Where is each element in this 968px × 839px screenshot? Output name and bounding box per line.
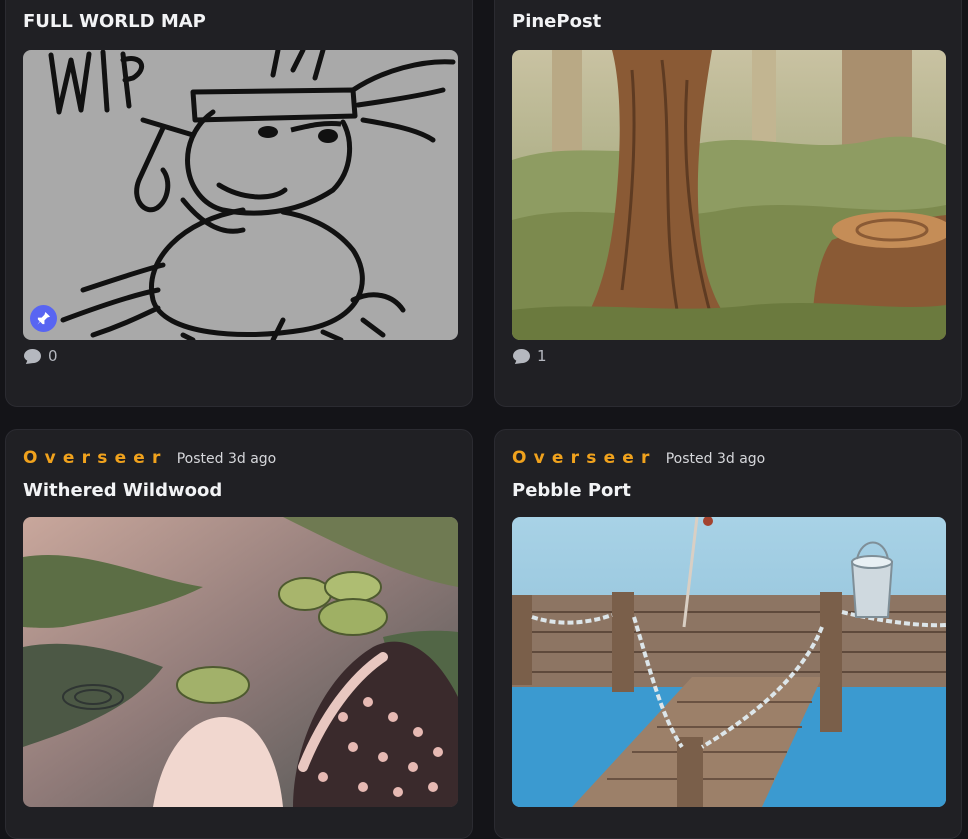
pinned-badge xyxy=(30,305,57,332)
post-title[interactable]: PinePost xyxy=(512,11,601,32)
author-name[interactable]: Overseer xyxy=(512,448,657,468)
forest-tree-stump-image xyxy=(512,50,946,340)
post-thumbnail[interactable] xyxy=(23,50,458,340)
pin-icon xyxy=(37,311,51,325)
wooden-dock-image xyxy=(512,517,946,807)
speech-bubble-icon xyxy=(513,348,530,364)
post-card[interactable]: PinePost 1 xyxy=(494,0,962,407)
post-card[interactable]: Overseer Posted 3d ago Pebble Port xyxy=(494,429,962,839)
author-name[interactable]: Overseer xyxy=(23,448,168,468)
post-title[interactable]: FULL WORLD MAP xyxy=(23,11,206,32)
post-meta: Overseer Posted 3d ago xyxy=(23,448,276,468)
posted-time: Posted 3d ago xyxy=(665,451,766,467)
post-thumbnail[interactable] xyxy=(512,517,946,807)
post-card[interactable]: Overseer Posted 3d ago Withered Wildwood xyxy=(5,429,473,839)
comment-count[interactable]: 1 xyxy=(512,347,547,365)
post-thumbnail[interactable] xyxy=(23,517,458,807)
post-title[interactable]: Withered Wildwood xyxy=(23,480,222,501)
post-title[interactable]: Pebble Port xyxy=(512,480,631,501)
wip-sketch-image xyxy=(23,50,458,340)
post-meta: Overseer Posted 3d ago xyxy=(512,448,765,468)
posted-time: Posted 3d ago xyxy=(176,451,277,467)
speech-bubble-icon xyxy=(24,348,41,364)
swamp-mushrooms-image xyxy=(23,517,458,807)
post-thumbnail[interactable] xyxy=(512,50,946,340)
post-card[interactable]: FULL WORLD MAP 0 xyxy=(5,0,473,407)
comment-count-value: 1 xyxy=(537,347,547,365)
comment-count[interactable]: 0 xyxy=(23,347,58,365)
comment-count-value: 0 xyxy=(48,347,58,365)
